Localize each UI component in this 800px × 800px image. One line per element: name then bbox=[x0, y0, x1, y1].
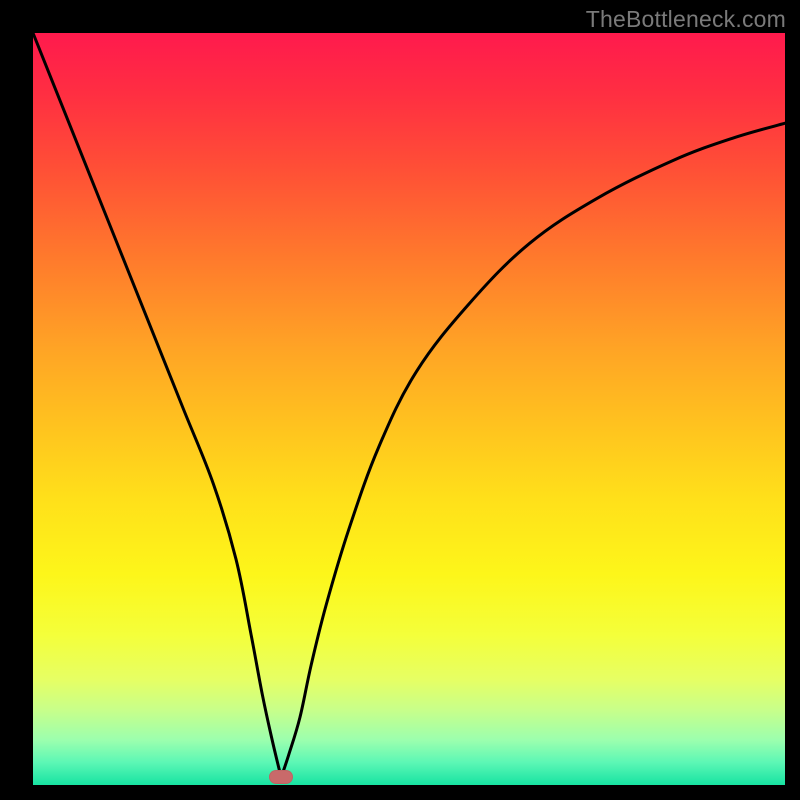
minimum-marker bbox=[269, 770, 293, 784]
curve-svg bbox=[33, 33, 785, 785]
watermark-text: TheBottleneck.com bbox=[586, 6, 786, 33]
plot-area bbox=[33, 33, 785, 785]
curve-right-branch bbox=[281, 123, 785, 777]
curve-left-branch bbox=[33, 33, 281, 777]
chart-frame: TheBottleneck.com bbox=[0, 0, 800, 800]
